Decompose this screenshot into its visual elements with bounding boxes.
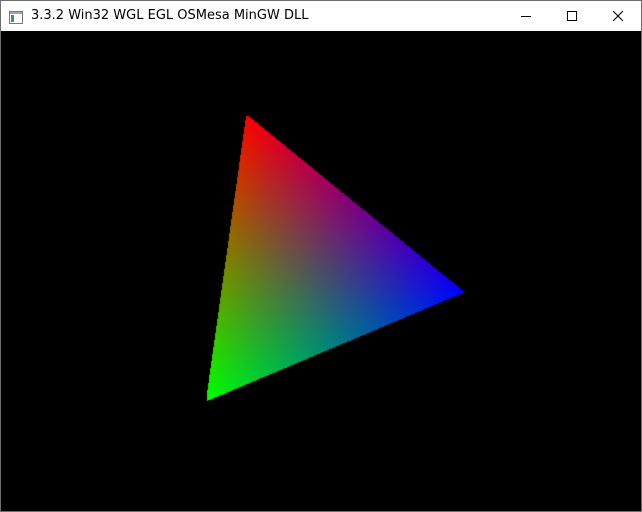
window-title: 3.3.2 Win32 WGL EGL OSMesa MinGW DLL [31,8,309,23]
minimize-icon [521,11,531,21]
maximize-button[interactable] [549,1,595,31]
rgb-triangle [1,31,641,511]
application-window-icon [9,9,23,24]
title-bar[interactable]: 3.3.2 Win32 WGL EGL OSMesa MinGW DLL [1,1,641,31]
close-icon [613,11,623,21]
minimize-button[interactable] [503,1,549,31]
render-viewport[interactable] [1,31,641,511]
app-window: 3.3.2 Win32 WGL EGL OSMesa MinGW DLL [0,0,642,512]
maximize-icon [567,11,577,21]
close-button[interactable] [595,1,641,31]
